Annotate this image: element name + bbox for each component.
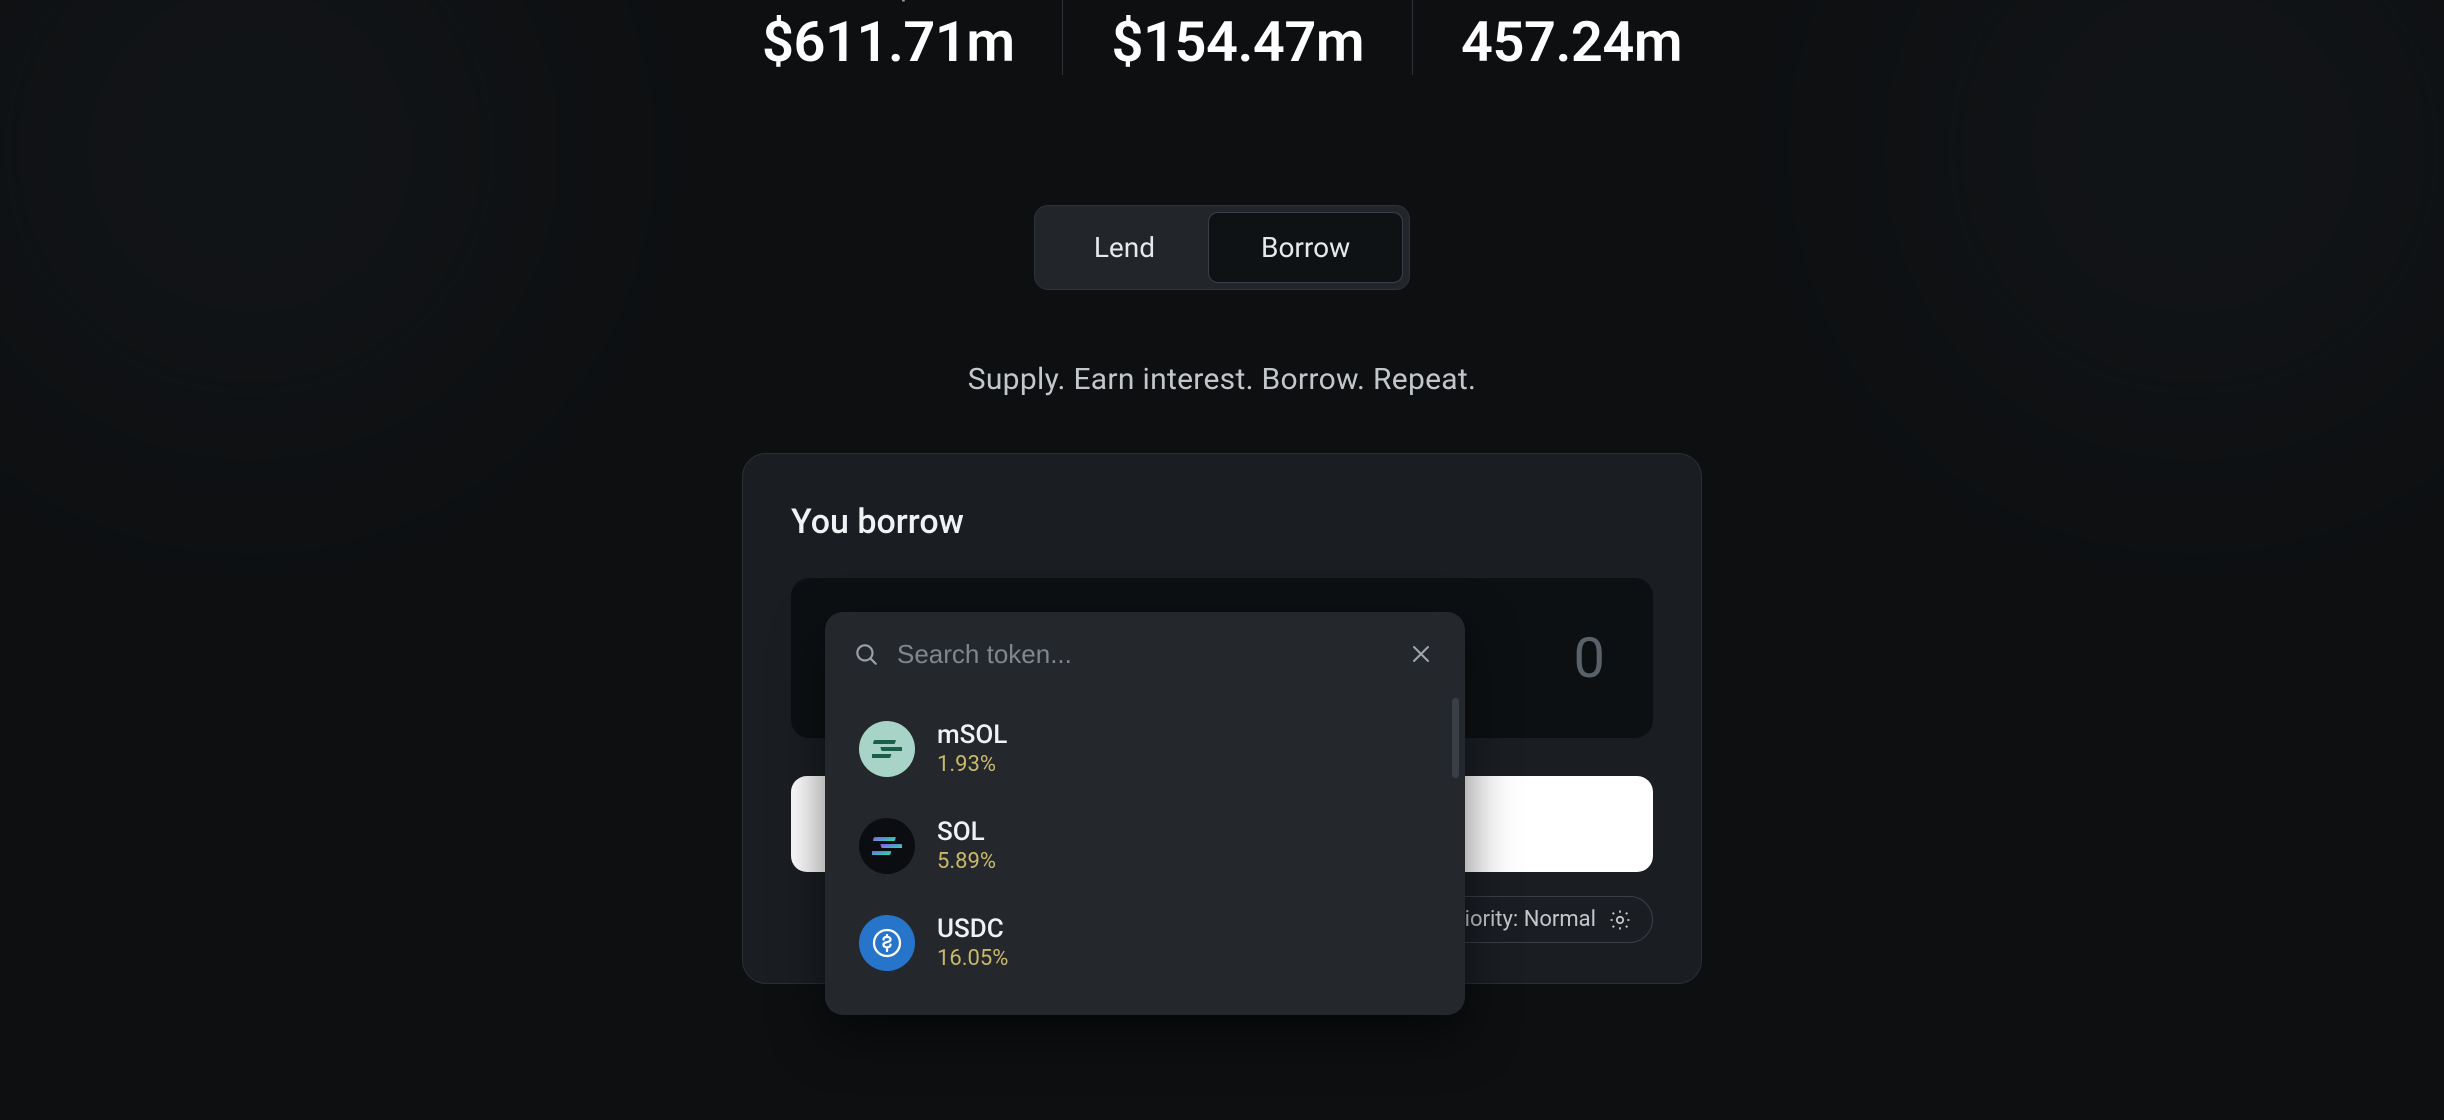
stat-tvl: TVL 457.24m (1413, 0, 1730, 75)
token-search-input[interactable] (897, 639, 1387, 670)
stat-tvl-value: 457.24m (1461, 9, 1682, 75)
gear-icon (1608, 908, 1632, 932)
token-item-sol[interactable]: SOL 5.89% (825, 797, 1465, 894)
tagline: Supply. Earn interest. Borrow. Repeat. (968, 362, 1477, 397)
token-search-row (825, 612, 1465, 692)
tab-borrow[interactable]: Borrow (1208, 212, 1403, 283)
stats-row: Total deposits $611.71m Total borrows $1… (714, 0, 1730, 75)
amount-value: 0 (1574, 625, 1605, 691)
stat-borrows-value: $154.47m (1111, 9, 1364, 75)
close-icon[interactable] (1405, 638, 1437, 670)
usdc-icon (859, 915, 915, 971)
token-dropdown: mSOL 1.93% (825, 612, 1465, 1015)
token-item-usdc[interactable]: USDC 16.05% (825, 894, 1465, 991)
stat-borrows-label: Total borrows (1151, 0, 1325, 3)
token-symbol: mSOL (937, 720, 1007, 750)
token-rate: 5.89% (937, 849, 996, 874)
card-title: You borrow (791, 502, 1653, 542)
msol-icon (859, 721, 915, 777)
token-item-msol[interactable]: mSOL 1.93% (825, 700, 1465, 797)
stat-deposits-label: Total deposits (798, 0, 977, 3)
search-icon (853, 641, 879, 667)
stat-deposits-value: $611.71m (762, 9, 1015, 75)
priority-label: Priority: Normal (1443, 907, 1596, 932)
stat-deposits: Total deposits $611.71m (714, 0, 1063, 75)
borrow-card: You borrow 0 Priority: Normal (742, 453, 1702, 984)
token-rate: 16.05% (937, 946, 1008, 971)
lend-borrow-tabs: Lend Borrow (1034, 205, 1410, 290)
stat-borrows: Total borrows $154.47m (1063, 0, 1412, 75)
token-symbol: SOL (937, 817, 996, 847)
token-list[interactable]: mSOL 1.93% (825, 692, 1465, 1015)
sol-icon (859, 818, 915, 874)
token-rate: 1.93% (937, 752, 1007, 777)
stat-tvl-label: TVL (1546, 0, 1596, 3)
token-symbol: USDC (937, 914, 1008, 944)
tab-lend[interactable]: Lend (1041, 212, 1208, 283)
